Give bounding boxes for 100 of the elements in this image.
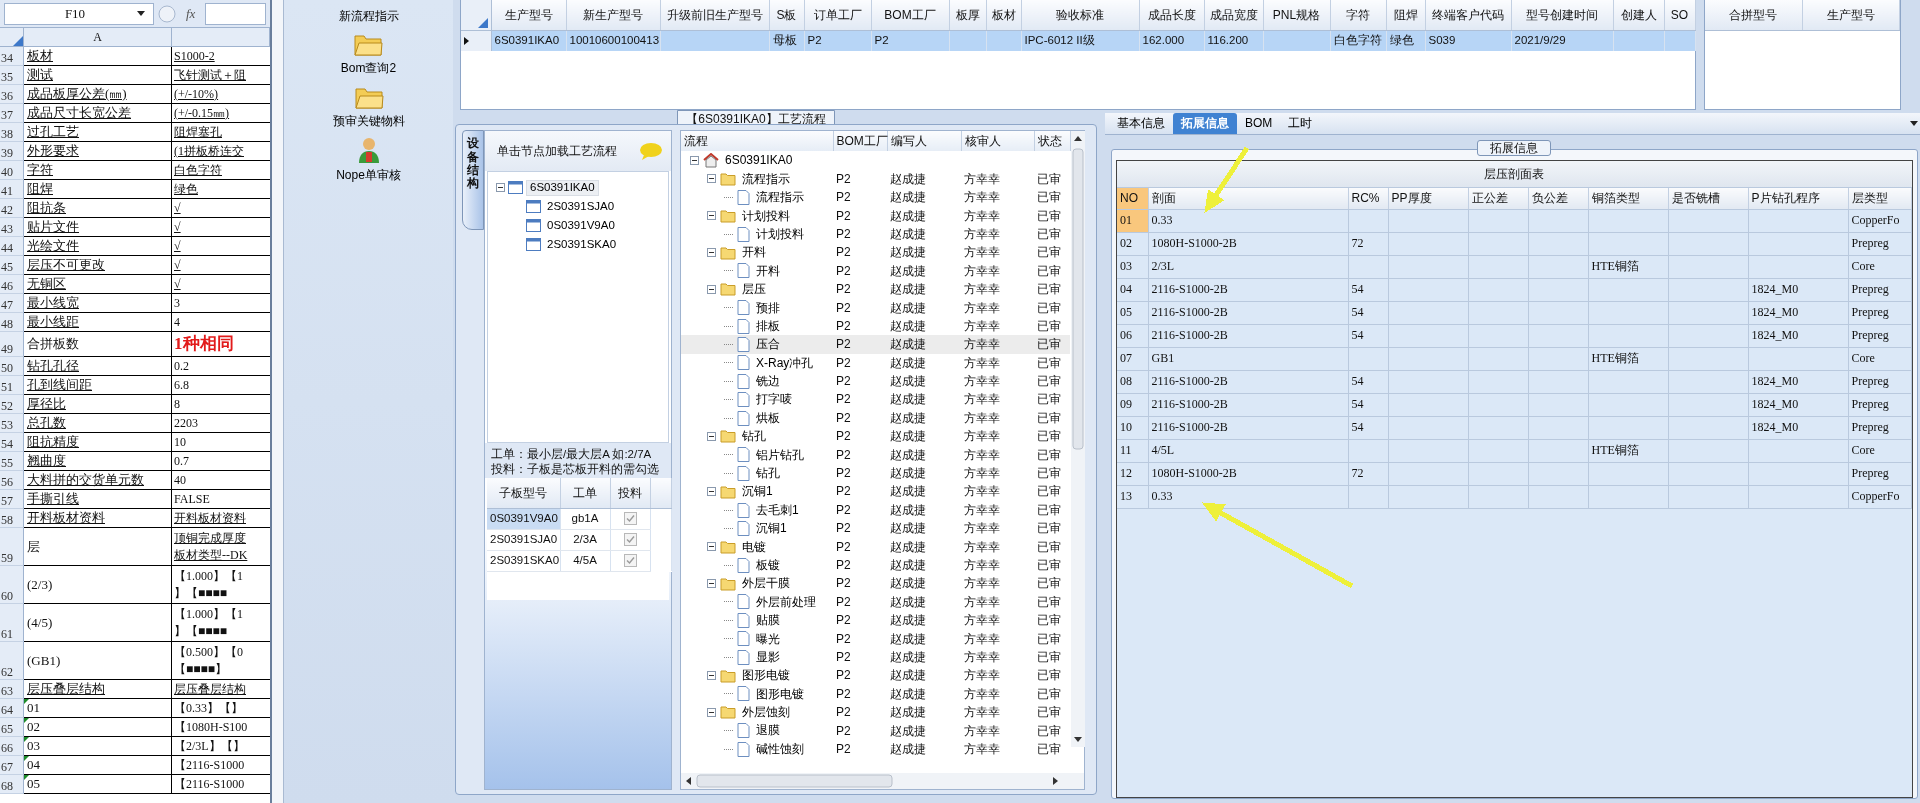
collapse-icon[interactable]: [707, 284, 716, 294]
tree-node[interactable]: 开料: [754, 263, 782, 279]
tree-node[interactable]: 2S0391SJA0: [544, 200, 618, 214]
row-number[interactable]: 67: [0, 756, 24, 775]
tree-node[interactable]: 预排: [754, 300, 782, 315]
tree-node[interactable]: 流程指示: [740, 171, 792, 187]
column-header[interactable]: 是否铣槽: [1668, 188, 1748, 209]
tree-node[interactable]: 计划投料: [754, 226, 806, 242]
tree-node[interactable]: 2S0391SKA0: [544, 238, 620, 252]
column-header[interactable]: 正公差: [1468, 188, 1528, 209]
tree-node[interactable]: 外层干膜: [740, 576, 792, 591]
row-number[interactable]: 42: [0, 199, 24, 218]
column-header[interactable]: 状态: [1034, 131, 1070, 152]
column-header[interactable]: 层类型: [1848, 188, 1911, 209]
row-number[interactable]: 04: [1117, 278, 1148, 301]
column-header[interactable]: SO: [1664, 0, 1695, 30]
name-box[interactable]: F10: [4, 2, 154, 25]
row-number[interactable]: 62: [0, 642, 24, 680]
collapse-icon[interactable]: [707, 174, 716, 184]
column-header[interactable]: 型号创建时间: [1511, 0, 1613, 30]
column-header[interactable]: BOM工厂: [871, 0, 949, 30]
row-number[interactable]: 64: [0, 699, 24, 718]
row-number[interactable]: 08: [1117, 370, 1148, 393]
row-number[interactable]: 40: [0, 161, 24, 180]
column-header[interactable]: 升级前旧生产型号: [660, 0, 769, 30]
column-header[interactable]: NO: [1117, 188, 1148, 209]
formula-field[interactable]: [205, 2, 266, 25]
checkbox[interactable]: [623, 512, 637, 526]
tree-node[interactable]: 贴膜: [754, 613, 782, 628]
tree-node[interactable]: 去毛刺1: [754, 502, 801, 518]
row-number[interactable]: 49: [0, 332, 24, 357]
row-number[interactable]: 68: [0, 775, 24, 794]
row-number[interactable]: 02: [1117, 232, 1148, 255]
row-number[interactable]: 65: [0, 718, 24, 737]
tree-node[interactable]: 外层前处理: [754, 594, 818, 610]
horizontal-scrollbar[interactable]: [681, 773, 1084, 789]
row-number[interactable]: 05: [1117, 301, 1148, 324]
row-number[interactable]: 38: [0, 123, 24, 142]
launcher-button[interactable]: 新流程指示: [338, 9, 399, 24]
tree-node[interactable]: 0S0391V9A0: [544, 219, 618, 233]
collapse-icon[interactable]: [496, 183, 505, 193]
row-number[interactable]: 60: [0, 566, 24, 604]
table-cell[interactable]: 2S0391SKA0: [487, 550, 560, 572]
collapse-icon[interactable]: [707, 487, 716, 497]
row-number[interactable]: 54: [0, 433, 24, 452]
collapse-icon[interactable]: [707, 542, 716, 552]
tab[interactable]: 基本信息: [1109, 113, 1173, 134]
column-header[interactable]: 编写人: [887, 131, 961, 152]
row-number[interactable]: 12: [1117, 462, 1148, 485]
column-header[interactable]: 核审人: [961, 131, 1034, 152]
tree-node[interactable]: 计划投料: [740, 208, 792, 223]
tree-row[interactable]: 压合 P2 赵成捷 方幸幸 已审: [681, 335, 1070, 354]
row-number[interactable]: 36: [0, 85, 24, 104]
tree-node[interactable]: 流程指示: [754, 190, 806, 205]
function-button[interactable]: fx: [180, 5, 202, 22]
tree-node[interactable]: 6S0391IKA0: [526, 180, 599, 196]
checkbox[interactable]: [623, 533, 637, 547]
row-number[interactable]: 41: [0, 180, 24, 199]
column-header[interactable]: PP厚度: [1388, 188, 1468, 209]
column-header[interactable]: 负公差: [1528, 188, 1588, 209]
column-header[interactable]: 板厚: [949, 0, 986, 30]
column-header[interactable]: 成品宽度: [1204, 0, 1263, 30]
launcher-button[interactable]: 预审关键物料: [332, 83, 405, 129]
tree-node[interactable]: 外层蚀刻: [740, 705, 792, 720]
tree-node[interactable]: 沉铜1: [754, 521, 789, 536]
row-number[interactable]: 56: [0, 471, 24, 490]
tree-node[interactable]: 板镀: [754, 557, 782, 573]
tree-row[interactable]: 6S0391IKA0: [681, 151, 1070, 170]
tree-node[interactable]: 开料: [740, 245, 768, 260]
tree-node[interactable]: 铝片钻孔: [754, 447, 806, 462]
column-header[interactable]: 生产型号: [1802, 0, 1900, 30]
row-number[interactable]: 58: [0, 509, 24, 528]
tree-node[interactable]: 曝光: [754, 631, 782, 646]
row-header[interactable]: [461, 30, 491, 51]
row-number[interactable]: 10: [1117, 416, 1148, 439]
row-number[interactable]: 35: [0, 66, 24, 85]
row-number[interactable]: 01: [1117, 209, 1148, 232]
column-header[interactable]: 阻焊: [1386, 0, 1425, 30]
row-number[interactable]: 59: [0, 528, 24, 566]
tree-node[interactable]: 退膜: [754, 723, 782, 738]
column-header[interactable]: 板材: [986, 0, 1021, 30]
column-header[interactable]: 铜箔类型: [1588, 188, 1668, 209]
column-header[interactable]: 流程: [681, 131, 833, 152]
dropdown-icon[interactable]: [1909, 121, 1918, 126]
collapse-icon[interactable]: [707, 671, 716, 680]
side-tab[interactable]: 设备结构: [462, 130, 484, 231]
column-header[interactable]: 验收标准: [1021, 0, 1139, 30]
row-number[interactable]: 06: [1117, 324, 1148, 347]
tree-node[interactable]: X-Ray冲孔: [754, 355, 816, 371]
tree-node[interactable]: 图形电镀: [754, 686, 806, 702]
row-number[interactable]: 50: [0, 357, 24, 376]
column-header[interactable]: 子板型号: [487, 478, 560, 509]
row-number[interactable]: 37: [0, 104, 24, 123]
column-header[interactable]: P片钻孔程序: [1748, 188, 1848, 209]
tree-node[interactable]: 图形电镀: [740, 668, 792, 683]
tree-node[interactable]: 排板: [754, 318, 782, 334]
column-header[interactable]: 生产型号: [491, 0, 566, 30]
row-number[interactable]: 57: [0, 490, 24, 509]
column-header[interactable]: PNL规格: [1263, 0, 1330, 30]
column-header[interactable]: 合拼型号: [1705, 0, 1803, 30]
